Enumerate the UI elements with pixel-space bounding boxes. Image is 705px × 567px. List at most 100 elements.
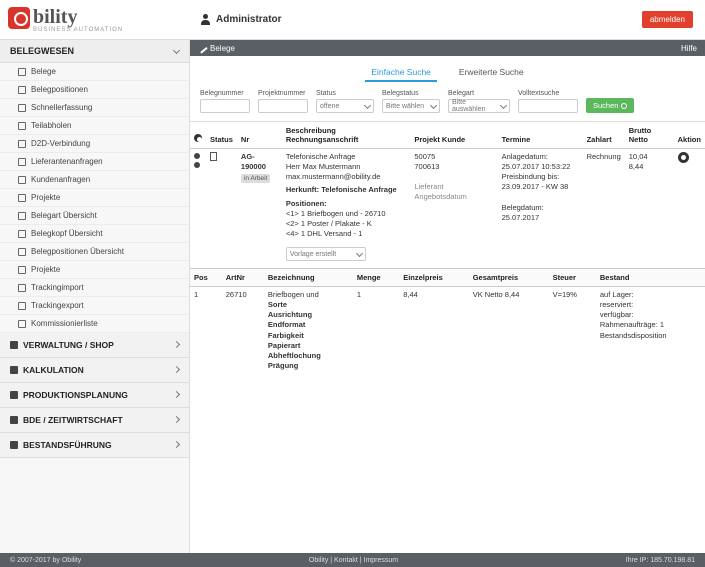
volltextsuche-input[interactable] (518, 99, 578, 113)
user-icon (200, 14, 211, 25)
pencil-icon (196, 42, 208, 54)
menu-item-icon (18, 67, 26, 76)
bezeichnung-item: Sorte (267, 300, 288, 310)
sidebar-item-label: Belegart Übersicht (31, 211, 97, 220)
sidebar-section-label-wrap: VERWALTUNG / SHOP (10, 340, 114, 350)
menu-item-icon (18, 157, 26, 166)
col-aktion: Aktion (673, 122, 705, 149)
sidebar-item[interactable]: Trackingexport (0, 297, 189, 315)
sidebar-header-belegwesen[interactable]: BELEGWESEN (0, 40, 189, 63)
col-status: Status (206, 122, 237, 149)
sidebar-item[interactable]: Lieferantenanfragen (0, 153, 189, 171)
lieferant: Lieferant Angebotsdatum (414, 182, 467, 202)
chevron-down-icon (429, 101, 438, 109)
sidebar-item[interactable]: Projekte (0, 189, 189, 207)
sidebar-item[interactable]: Belegkopf Übersicht (0, 225, 189, 243)
gesamtpreis-value: VK Netto 8,44 (472, 290, 520, 299)
sidebar-item[interactable]: Projekte (0, 261, 189, 279)
vorlage-select[interactable]: Vorlage erstellt (285, 247, 366, 261)
bezeichnung-item: Ausrichtung (267, 310, 313, 320)
belegnummer-input[interactable] (200, 99, 250, 113)
sidebar-section-label-wrap: KALKULATION (10, 365, 84, 375)
row-brutto: 10,04 8,44 (624, 148, 674, 264)
pcol-menge: Menge (352, 268, 400, 287)
row-termine: Anlagedatum: 25.07.2017 10:53:22 Preisbi… (497, 148, 583, 264)
tab-einfache-suche[interactable]: Einfache Suche (365, 64, 437, 82)
footer: © 2007-2017 by Obility Obility | Kontakt… (0, 553, 705, 567)
menu-item-icon (18, 265, 26, 274)
belegstatus-select-value: Bitte wählen (386, 102, 425, 110)
pos-value: 1 (194, 290, 199, 299)
sidebar-section[interactable]: BDE / ZEITWIRTSCHAFT (0, 408, 189, 433)
sidebar-item-label: D2D-Verbindung (31, 139, 91, 148)
help-link[interactable]: Hilfe (681, 44, 697, 53)
bestand-item: auf Lager: (599, 290, 634, 299)
sidebar-item[interactable]: Belegart Übersicht (0, 207, 189, 225)
col-projekt: Projekt Kunde (410, 122, 498, 149)
belegart-select[interactable]: Bitte auswählen (448, 99, 510, 113)
sidebar-items: Belege Belegpositionen Schnellerfassung Tei… (0, 63, 189, 333)
globe-icon (194, 153, 200, 159)
sidebar-item-label: Belegpositionen Übersicht (31, 247, 124, 256)
sidebar-section[interactable]: KALKULATION (0, 358, 189, 383)
position-line-2: <2> 1 Poster / Plakate - K (285, 218, 372, 228)
sidebar-section[interactable]: BESTANDSFÜHRUNG (0, 433, 189, 458)
bezeichnung-cell: Briefbogen und Sorte Ausrichtung Endformat… (264, 287, 353, 375)
logout-button[interactable]: abmelden (641, 11, 693, 28)
row-status (206, 148, 237, 264)
sidebar-item[interactable]: D2D-Verbindung (0, 135, 189, 153)
sidebar-item[interactable]: Kundenanfragen (0, 171, 189, 189)
menu-item-icon (18, 301, 26, 310)
pcol-artnr: ArtNr (221, 268, 264, 287)
content: Belege Hilfe Einfache Suche Erweiterte S… (190, 40, 705, 553)
desc-line-1: Telefonische Anfrage (285, 152, 356, 161)
row-aktion (673, 148, 705, 264)
bestand-item: reserviert: (599, 300, 634, 310)
sidebar-item[interactable]: Belege (0, 63, 189, 81)
steuer-value: V=19% (552, 290, 577, 299)
sidebar-sections: VERWALTUNG / SHOP KALKULATION PRODUKTIONSP… (0, 333, 189, 458)
sidebar-item[interactable]: Belegpositionen Übersicht (0, 243, 189, 261)
search-button[interactable]: Suchen (586, 98, 635, 113)
results-table: Status Nr Beschreibung Rechnungsanschrif… (190, 122, 705, 264)
belegstatus-select[interactable]: Bitte wählen (382, 99, 440, 113)
chevron-right-icon (172, 340, 181, 348)
termin-1: Anlagedatum: (501, 152, 548, 161)
footer-copyright: © 2007-2017 by Obility (10, 556, 82, 564)
status-badge: in Arbeit (240, 174, 271, 184)
desc-line-3[interactable]: max.mustermann@obility.de (286, 172, 407, 182)
logo[interactable]: bility (8, 6, 182, 29)
col-termine: Termine (497, 122, 583, 149)
bestand-cell: auf Lager: reserviert: verfügbar: Rahmenauf… (596, 287, 705, 375)
status-select[interactable]: offene (316, 99, 374, 113)
sidebar-section[interactable]: VERWALTUNG / SHOP (0, 333, 189, 358)
sidebar-item-label: Belegpositionen (31, 85, 88, 94)
sidebar-section[interactable]: PRODUKTIONSPLANUNG (0, 383, 189, 408)
projektnummer-input[interactable] (258, 99, 308, 113)
bezeichnung-item: Farbigkeit (267, 330, 304, 340)
chevron-down-icon (499, 101, 508, 109)
projekt-1[interactable]: 50075 (414, 152, 493, 162)
tab-erweiterte-suche[interactable]: Erweiterte Suche (453, 64, 530, 82)
filter-status-label: Status (316, 90, 336, 97)
chevron-right-icon (172, 390, 181, 398)
sidebar-header-label: BELEGWESEN (10, 46, 75, 56)
sidebar-item-label: Belege (31, 67, 56, 76)
sidebar-item[interactable]: Trackingimport (0, 279, 189, 297)
sidebar-item[interactable]: Schnellerfassung (0, 99, 189, 117)
logo-subtitle: BUSINESS AUTOMATION (33, 27, 124, 33)
sidebar-item[interactable]: Teilabholen (0, 117, 189, 135)
sidebar-item[interactable]: Kommissionierliste (0, 315, 189, 333)
table-row[interactable]: AG-190000 in Arbeit Telefonische Anfrage… (190, 148, 705, 264)
bezeichnung-list: Sorte Ausrichtung Endformat Farbigkeit Papie… (268, 300, 349, 371)
menu-item-icon (18, 229, 26, 238)
footer-links[interactable]: Obility | Kontakt | Impressum (309, 557, 398, 564)
gear-icon[interactable] (677, 152, 689, 163)
projekt-2[interactable]: 700613 (414, 162, 493, 172)
filter-belegart: Belegart Bitte auswählen (448, 90, 510, 113)
logo-icon (8, 6, 30, 29)
sidebar-item[interactable]: Belegpositionen (0, 81, 189, 99)
subbar: Belege Hilfe (190, 40, 705, 56)
table-row[interactable]: 1 26710 Briefbogen und Sorte Ausrichtung E… (190, 287, 705, 375)
row-nr-value[interactable]: AG-190000 (241, 152, 278, 172)
